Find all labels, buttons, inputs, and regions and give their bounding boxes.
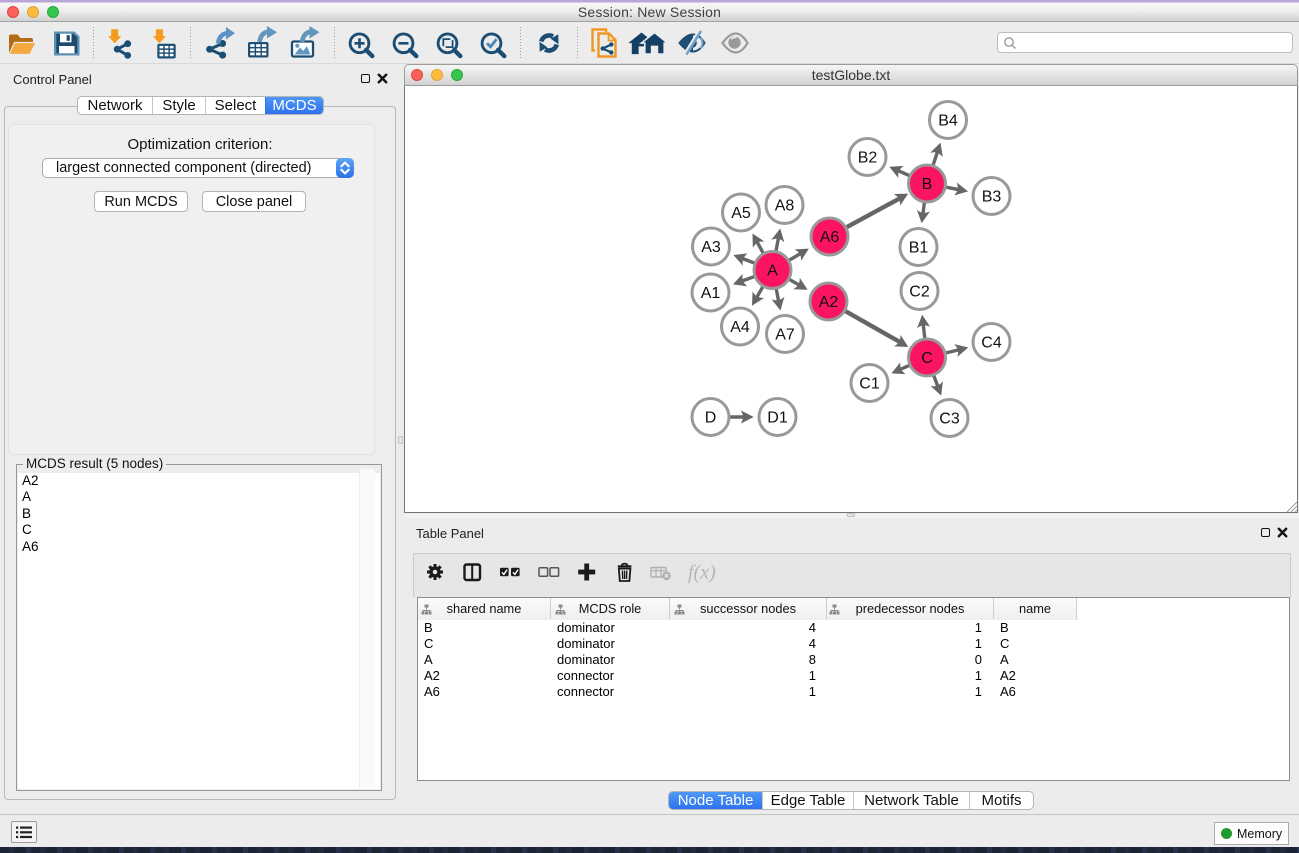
svg-text:B3: B3 — [982, 189, 1002, 206]
svg-text:A8: A8 — [775, 198, 795, 215]
svg-text:A2: A2 — [819, 294, 839, 311]
svg-text:A6: A6 — [820, 229, 840, 246]
svg-text:B: B — [922, 176, 933, 193]
svg-text:A4: A4 — [730, 319, 750, 336]
svg-text:B4: B4 — [938, 113, 958, 130]
svg-text:A3: A3 — [701, 239, 721, 256]
svg-text:C: C — [921, 350, 933, 367]
svg-text:B2: B2 — [858, 150, 878, 167]
svg-text:A1: A1 — [701, 285, 721, 302]
svg-text:D1: D1 — [767, 410, 788, 427]
svg-text:A5: A5 — [731, 205, 751, 222]
svg-text:A7: A7 — [775, 327, 795, 344]
svg-text:B1: B1 — [909, 240, 929, 257]
svg-text:C3: C3 — [939, 411, 960, 428]
svg-text:A: A — [767, 263, 778, 280]
svg-text:C2: C2 — [909, 284, 930, 301]
svg-text:C4: C4 — [981, 335, 1002, 352]
svg-text:f(x): f(x) — [688, 562, 716, 584]
svg-text:C1: C1 — [859, 376, 880, 393]
svg-text:D: D — [705, 410, 717, 427]
